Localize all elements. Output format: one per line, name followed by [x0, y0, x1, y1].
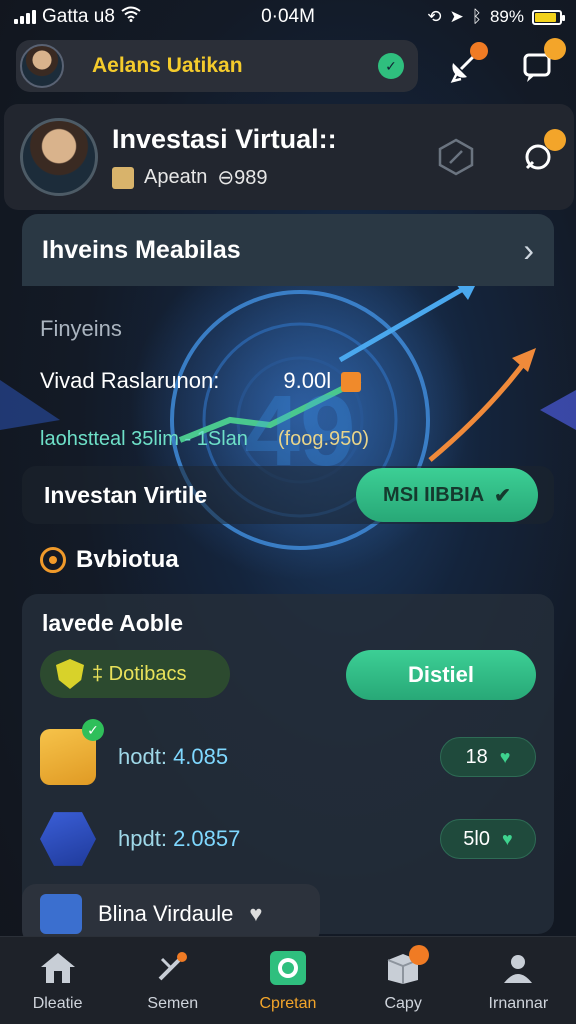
tab-label: Semen — [147, 994, 199, 1012]
notification-badge — [544, 38, 566, 60]
avatar — [20, 44, 64, 88]
hero-row1-value: 9.00l — [283, 368, 332, 393]
panel-header-title: Ihveins Meabilas — [42, 235, 241, 264]
mini-avatar-icon — [112, 166, 134, 189]
asset-text: hodt: 4.085 — [118, 744, 440, 770]
hero-section: Finyeins Vivad Raslarunon: 9.00l laohstt… — [22, 286, 554, 462]
tab-label: Dleatie — [32, 994, 83, 1012]
lock-rotation-icon: ⟲ — [427, 7, 442, 26]
status-bar: Gatta u8 0·04M ⟲ ➤ ᛒ 89% — [0, 0, 576, 34]
home-icon — [38, 949, 78, 987]
tab-label: Cpretan — [259, 994, 317, 1012]
invest-row: Investan Virtile MSI IIBBIA ✔ — [22, 466, 554, 524]
bluetooth-icon: ᛒ — [471, 7, 482, 26]
profile-card[interactable]: Investasi Virtual:: Apeatn ⊖989 — [4, 104, 574, 210]
verified-icon: ✓ — [378, 53, 404, 79]
support-button[interactable] — [518, 129, 566, 177]
profile-code: ⊖989 — [217, 167, 268, 189]
person-icon — [498, 949, 538, 987]
asset-label: hodt: — [118, 744, 167, 769]
category-chip-label: ‡ Dotibacs — [92, 662, 187, 685]
battery-icon — [532, 9, 565, 25]
battery-fill — [535, 12, 557, 22]
distiel-button-label: Distiel — [407, 662, 475, 687]
tab-person[interactable]: Irnannar — [463, 941, 573, 1021]
heart-icon: ♥ — [249, 901, 263, 926]
check-icon: ✔ — [494, 484, 511, 507]
asset-text: hpdt: 2.0857 — [118, 826, 440, 852]
hero-row-1: Vivad Raslarunon: 9.00l — [40, 368, 362, 394]
box-icon — [383, 944, 430, 987]
section-title-text: Bvbiotua — [76, 546, 179, 573]
tab-home[interactable]: Dleatie — [3, 941, 113, 1021]
profile-subtitle: Apeatn — [144, 166, 208, 188]
asset-badge-count: 18 — [465, 745, 488, 768]
profile-avatar — [20, 118, 98, 196]
asset-value: 4.085 — [173, 744, 229, 769]
profile-text: Investasi Virtual:: Apeatn ⊖989 — [112, 124, 434, 190]
package-icon — [40, 719, 104, 785]
location-icon: ➤ — [449, 7, 464, 26]
tab-bar: Dleatie Semen Cpretan Capy Irnannar — [0, 936, 576, 1024]
target-icon — [40, 547, 66, 573]
tab-camera[interactable]: Cpretan — [233, 941, 343, 1021]
camera-icon — [268, 949, 308, 987]
list-item[interactable]: hodt: 4.085 18 ♥ — [40, 719, 536, 792]
heart-icon: ♥ — [502, 828, 513, 849]
chat-button[interactable] — [518, 38, 566, 86]
asset-badge-count: 5l0 — [463, 827, 490, 850]
asset-list-panel: lavede Aoble ‡ Dotibacs Distiel hodt: 4.… — [22, 594, 554, 934]
status-right: ⟲ ➤ ᛒ 89% — [427, 7, 565, 27]
invest-label: Investan Virtile — [44, 481, 208, 508]
bottom-item-label: Blina Virdaule — [98, 901, 234, 926]
tab-label: Capy — [384, 994, 422, 1012]
notification-badge — [409, 944, 430, 965]
section-title: Bvbiotua — [40, 546, 179, 574]
heart-icon: ♥ — [499, 746, 511, 767]
list-title: lavede Aoble — [42, 610, 184, 636]
hero-row2-label: laohstteal 35lim - 1Slan — [40, 428, 248, 450]
notification-badge — [470, 42, 488, 60]
tools-icon — [153, 949, 193, 987]
invest-button-label: MSI IIBBIA — [383, 483, 485, 506]
asset-value: 2.0857 — [173, 826, 241, 851]
document-icon — [40, 894, 82, 934]
shield-icon — [56, 659, 84, 689]
satellite-button[interactable] — [444, 42, 488, 86]
category-chip[interactable]: ‡ Dotibacs — [40, 650, 230, 698]
carrier-label: Gatta u8 — [42, 6, 115, 27]
profile-title: Investasi Virtual:: — [112, 124, 337, 154]
chevron-right-icon: › — [523, 231, 534, 268]
hero-row1-label: Vivad Raslarunon: — [40, 368, 220, 393]
status-left: Gatta u8 — [14, 6, 141, 28]
coin-icon — [40, 812, 96, 866]
asset-label: hpdt: — [118, 826, 167, 851]
tab-tools[interactable]: Semen — [118, 941, 228, 1021]
user-name: Aelans Uatikan — [92, 54, 243, 77]
tab-box[interactable]: Capy — [348, 941, 458, 1021]
panel-header[interactable]: Ihveins Meabilas › — [22, 214, 554, 286]
asset-badge[interactable]: 18 ♥ — [440, 737, 536, 777]
signal-icon — [14, 10, 36, 24]
wifi-icon — [121, 6, 141, 28]
tab-label: Irnannar — [488, 994, 549, 1012]
asset-badge[interactable]: 5l0 ♥ — [440, 819, 536, 859]
hero-row-2: laohstteal 35lim - 1Slan (foog.950) — [40, 428, 369, 451]
user-pill[interactable]: Aelans Uatikan ✓ — [16, 40, 418, 92]
distiel-button[interactable]: Distiel — [346, 650, 536, 700]
hero-row2-value: (foog.950) — [277, 428, 370, 450]
orange-tag-icon — [341, 372, 362, 393]
hero-subtitle: Finyeins — [40, 316, 122, 341]
invest-button[interactable]: MSI IIBBIA ✔ — [356, 468, 538, 522]
hexagon-icon[interactable] — [434, 135, 478, 179]
notification-badge — [544, 129, 566, 151]
list-item[interactable]: hpdt: 2.0857 5l0 ♥ — [40, 804, 536, 874]
battery-percent: 89% — [489, 7, 524, 26]
bottom-list-item[interactable]: Blina Virdaule ♥ — [22, 884, 320, 944]
profile-subtitle-row: Apeatn ⊖989 — [112, 165, 434, 190]
